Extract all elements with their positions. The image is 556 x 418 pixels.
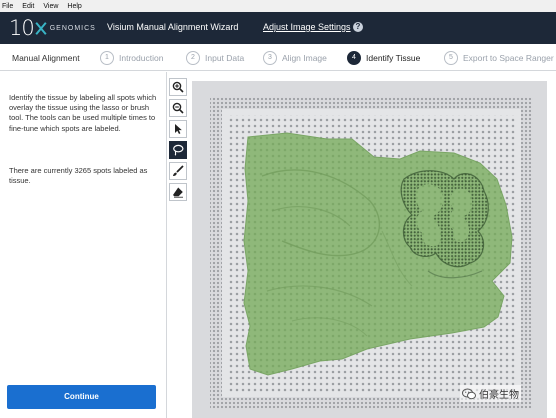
step-align-image[interactable]: 3 Align Image [263,50,327,65]
section-label: Manual Alignment [12,53,80,63]
zoom-out-button[interactable] [169,99,187,117]
step-identify-tissue[interactable]: 4 Identify Tissue [347,50,420,65]
app-title: Visium Manual Alignment Wizard [107,22,239,32]
zoom-in-button[interactable] [169,78,187,96]
wechat-icon [462,388,476,399]
brush-icon [173,165,184,176]
menu-bar: File Edit View Help [0,0,556,12]
continue-button[interactable]: Continue [7,385,156,409]
step-introduction[interactable]: 1 Introduction [100,50,163,65]
step-number: 5 [444,50,458,65]
step-input-data[interactable]: 2 Input Data [186,50,244,65]
menu-file[interactable]: File [2,3,13,10]
step-label: Input Data [205,52,245,63]
wechat-watermark: 伯豪生物 [460,385,521,402]
select-button[interactable] [169,120,187,138]
logo-x-icon [35,22,47,35]
select-arrow-icon [175,124,182,134]
menu-help[interactable]: Help [67,3,81,10]
spot-count-text: There are currently 3265 spots labeled a… [9,166,148,186]
eraser-icon [173,187,183,198]
capture-area-image[interactable] [192,81,547,418]
step-label: Export to Space Ranger [463,52,554,63]
zoom-out-icon [172,102,184,114]
eraser-button[interactable] [169,183,187,201]
logo: 10 GENOMICS [9,16,96,40]
step-number: 4 [347,50,361,65]
watermark-text: 伯豪生物 [479,390,519,401]
menu-view[interactable]: View [43,3,58,10]
app-header: 10 GENOMICS Visium Manual Alignment Wiza… [0,12,556,44]
step-export-space-ranger[interactable]: 5 Export to Space Ranger [444,50,554,65]
brush-button[interactable] [169,162,187,180]
step-number: 2 [186,50,200,65]
step-number: 1 [100,50,114,65]
step-label: Introduction [119,52,164,63]
menu-edit[interactable]: Edit [22,3,34,10]
logo-number: 10 [9,16,35,40]
help-icon[interactable]: ? [353,22,363,32]
step-number: 3 [263,50,277,65]
tool-palette [169,78,188,204]
logo-word: GENOMICS [49,24,96,32]
step-label: Identify Tissue [366,52,421,63]
lasso-button[interactable] [169,141,187,159]
adjust-image-settings-link[interactable]: Adjust Image Settings [263,22,351,32]
wizard-steps: Manual Alignment 1 Introduction 2 Input … [0,44,556,71]
lasso-icon [173,144,184,156]
step-label: Align Image [282,52,327,63]
instructions-panel: Identify the tissue by labeling all spot… [0,72,167,418]
zoom-in-icon [172,81,184,93]
tissue-image-viewer[interactable] [192,81,547,418]
instructions-text: Identify the tissue by labeling all spot… [9,93,157,133]
